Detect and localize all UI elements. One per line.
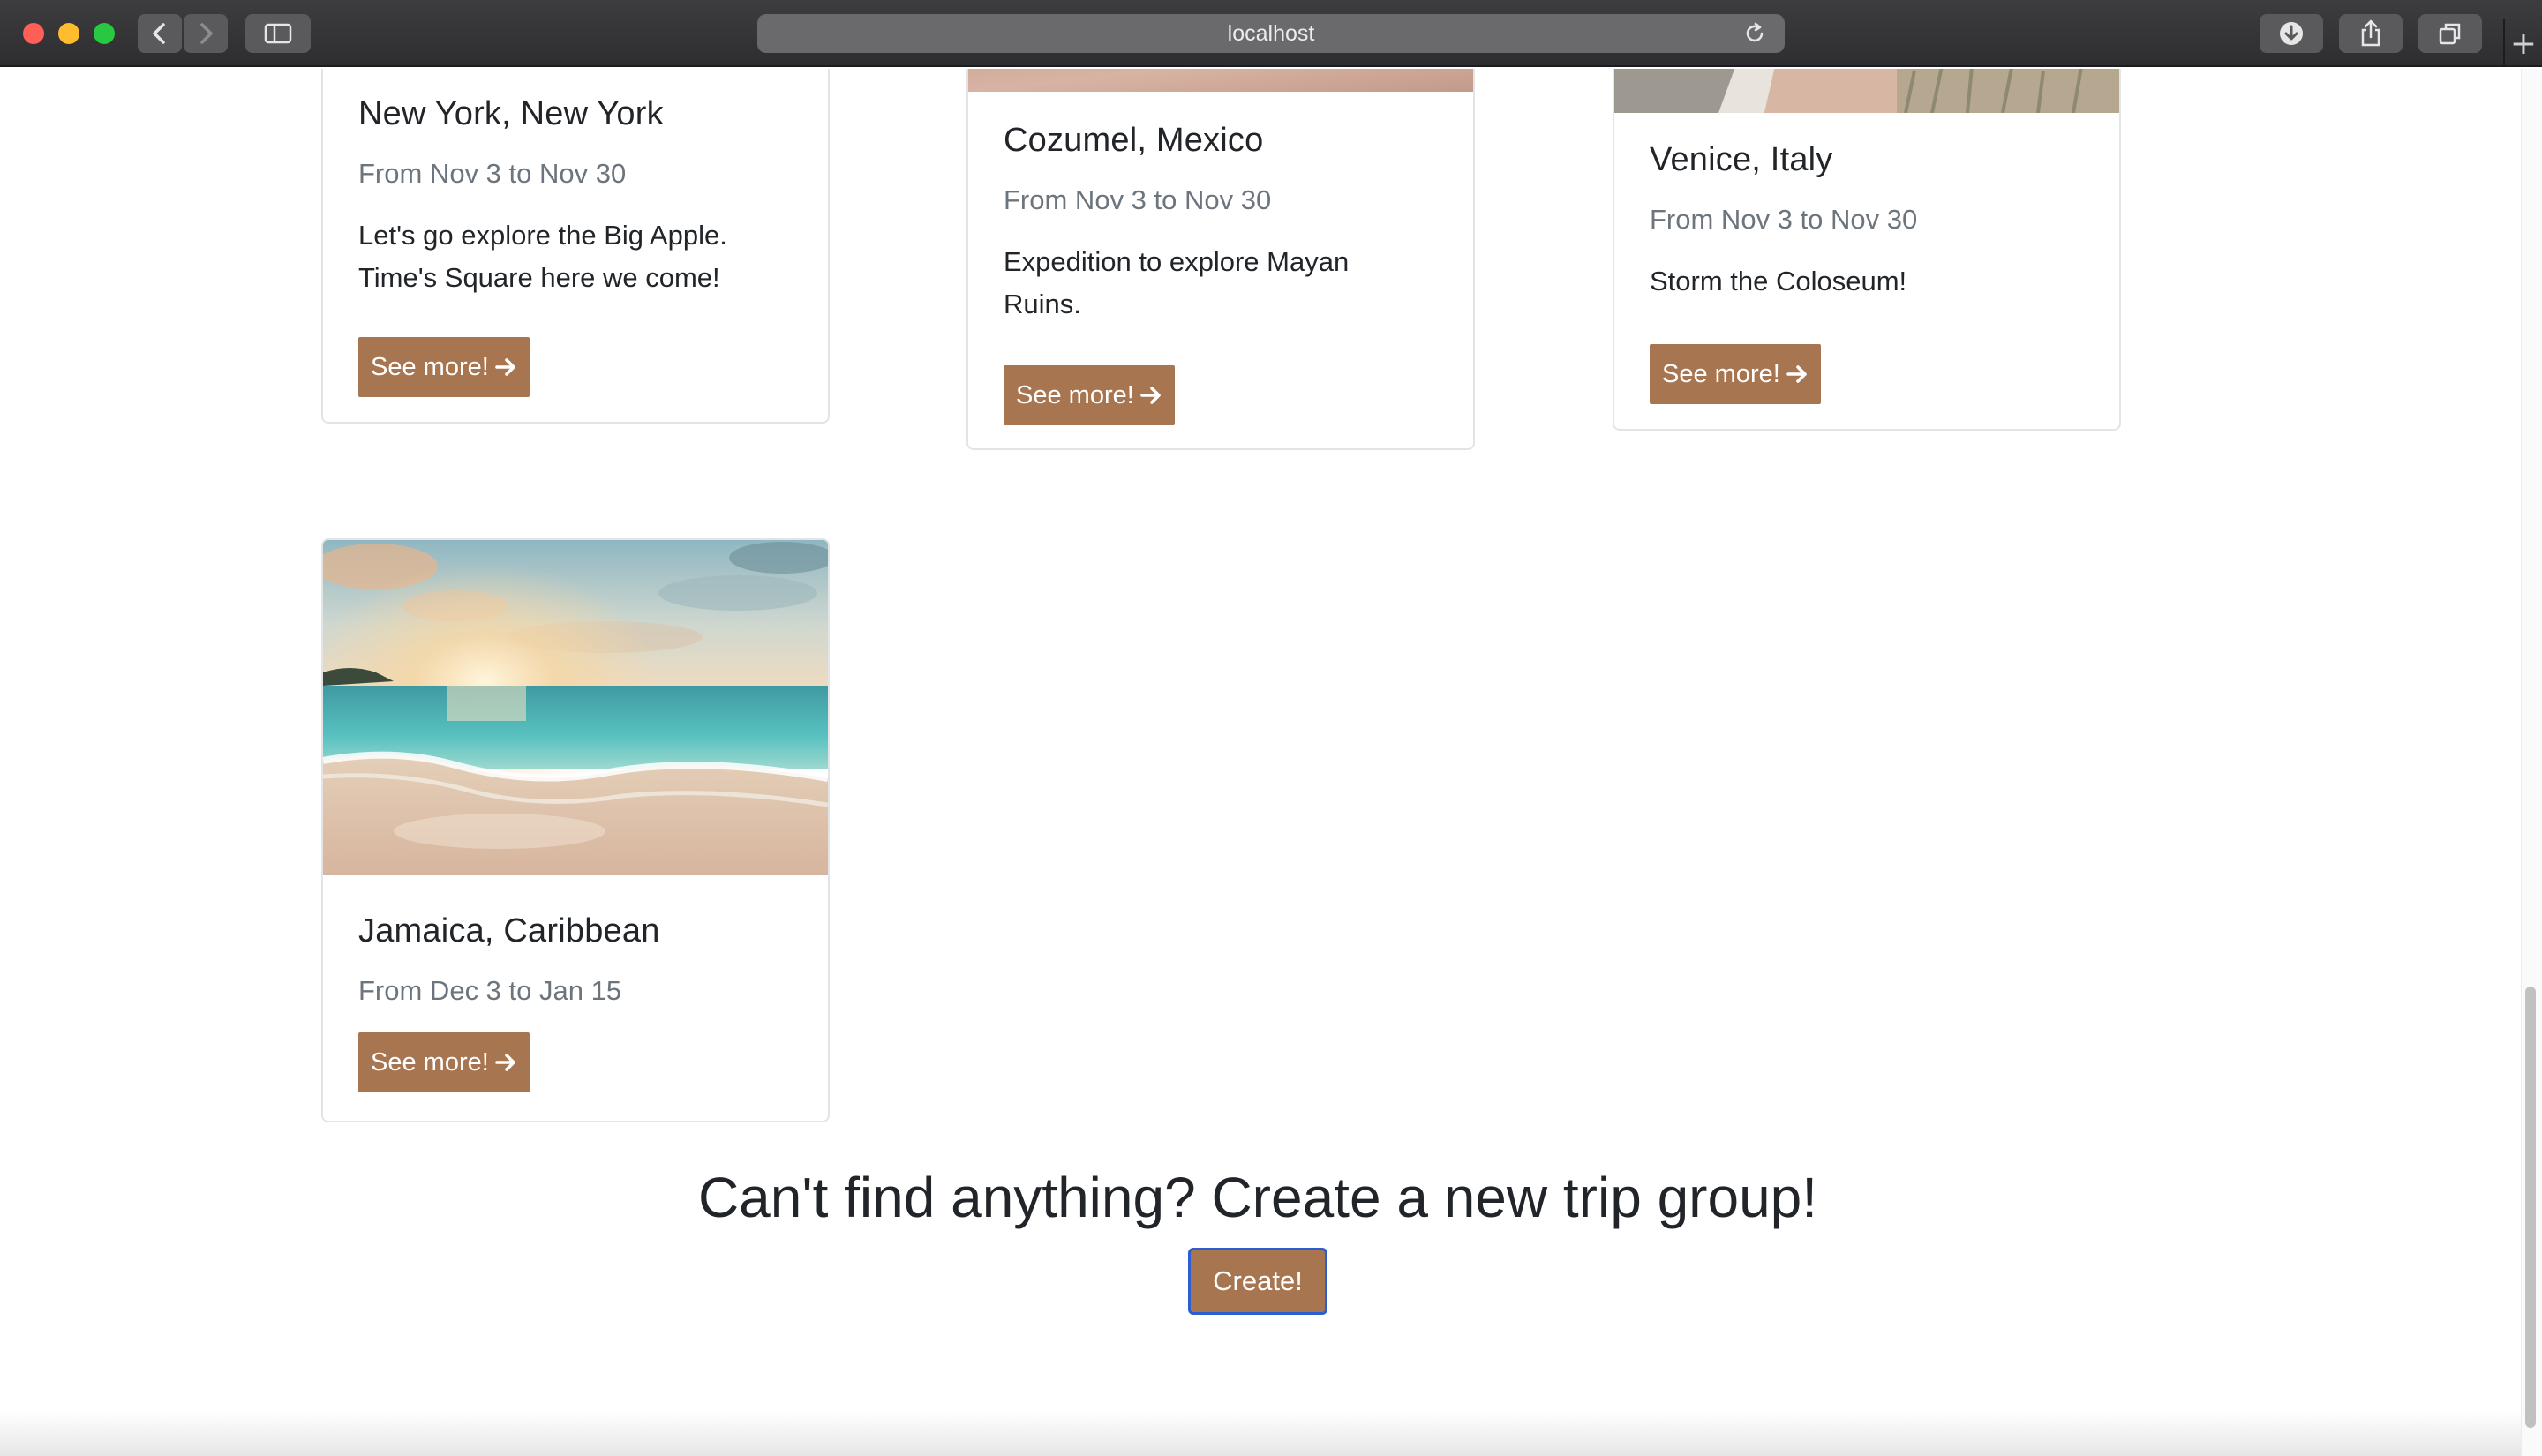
see-more-label: See more! [1662, 359, 1780, 388]
download-icon [2280, 22, 2303, 45]
chevron-left-icon [153, 23, 165, 44]
see-more-button[interactable]: See more! [1004, 365, 1175, 425]
trip-dates: From Nov 3 to Nov 30 [358, 158, 627, 189]
see-more-button[interactable]: See more! [358, 1032, 530, 1092]
arrow-right-icon [1139, 387, 1161, 404]
trip-image [968, 69, 1473, 92]
arrow-right-icon [494, 1054, 515, 1071]
reload-button[interactable] [1741, 19, 1769, 48]
trip-card: Jamaica, Caribbean From Dec 3 to Jan 15 … [321, 538, 830, 1122]
trip-card: New York, New York From Nov 3 to Nov 30 … [321, 69, 830, 424]
forward-button[interactable] [184, 14, 228, 53]
chevron-right-icon [200, 23, 213, 44]
create-button[interactable]: Create! [1188, 1248, 1327, 1315]
zoom-window-button[interactable] [94, 23, 115, 44]
back-button[interactable] [138, 14, 182, 53]
reload-icon [1746, 22, 1764, 42]
see-more-label: See more! [1016, 380, 1134, 409]
see-more-button[interactable]: See more! [1650, 344, 1821, 404]
see-more-label: See more! [371, 352, 489, 381]
trip-description: Storm the Coloseum! [1650, 266, 1907, 296]
arrow-right-icon [494, 358, 515, 376]
trip-card: Cozumel, Mexico From Nov 3 to Nov 30 Exp… [966, 69, 1475, 450]
close-window-button[interactable] [23, 23, 44, 44]
address-bar[interactable]: localhost [757, 14, 1785, 53]
address-text: localhost [1227, 20, 1315, 46]
trip-dates: From Dec 3 to Jan 15 [358, 975, 622, 1006]
trip-title: New York, New York [358, 95, 664, 132]
trip-title: Cozumel, Mexico [1004, 122, 1264, 159]
sidebar-icon [264, 23, 292, 44]
downloads-button[interactable] [2260, 14, 2323, 53]
sidebar-toggle-button[interactable] [245, 14, 311, 53]
trip-description: Expedition to explore Mayan Ruins. [1004, 246, 1350, 319]
create-trip-heading: Can't find anything? Create a new trip g… [697, 1166, 1818, 1229]
arrow-right-icon [1786, 365, 1807, 383]
bottom-shadow [0, 1410, 2521, 1456]
trip-card: Venice, Italy From Nov 3 to Nov 30 Storm… [1613, 69, 2121, 431]
trip-image [1614, 69, 2119, 113]
trip-dates: From Nov 3 to Nov 30 [1004, 184, 1272, 215]
share-button[interactable] [2339, 14, 2403, 53]
trip-dates: From Nov 3 to Nov 30 [1650, 204, 1918, 235]
minimize-window-button[interactable] [58, 23, 79, 44]
new-tab-button[interactable]: + [2503, 19, 2542, 67]
tabs-overview-icon [2439, 23, 2461, 45]
browser-toolbar: localhost + [0, 0, 2542, 67]
page-viewport: New York, New York From Nov 3 to Nov 30 … [0, 69, 2542, 1456]
share-icon [2361, 19, 2380, 47]
see-more-label: See more! [371, 1047, 489, 1077]
trip-description: Let's go explore the Big Apple. Time's S… [358, 220, 727, 293]
trip-title: Venice, Italy [1650, 141, 1833, 178]
trip-image [323, 540, 828, 875]
trip-title: Jamaica, Caribbean [358, 912, 660, 949]
scrollbar-thumb[interactable] [2525, 987, 2536, 1428]
see-more-button[interactable]: See more! [358, 337, 530, 397]
plus-icon: + [2509, 25, 2538, 62]
show-tabs-button[interactable] [2418, 14, 2482, 53]
